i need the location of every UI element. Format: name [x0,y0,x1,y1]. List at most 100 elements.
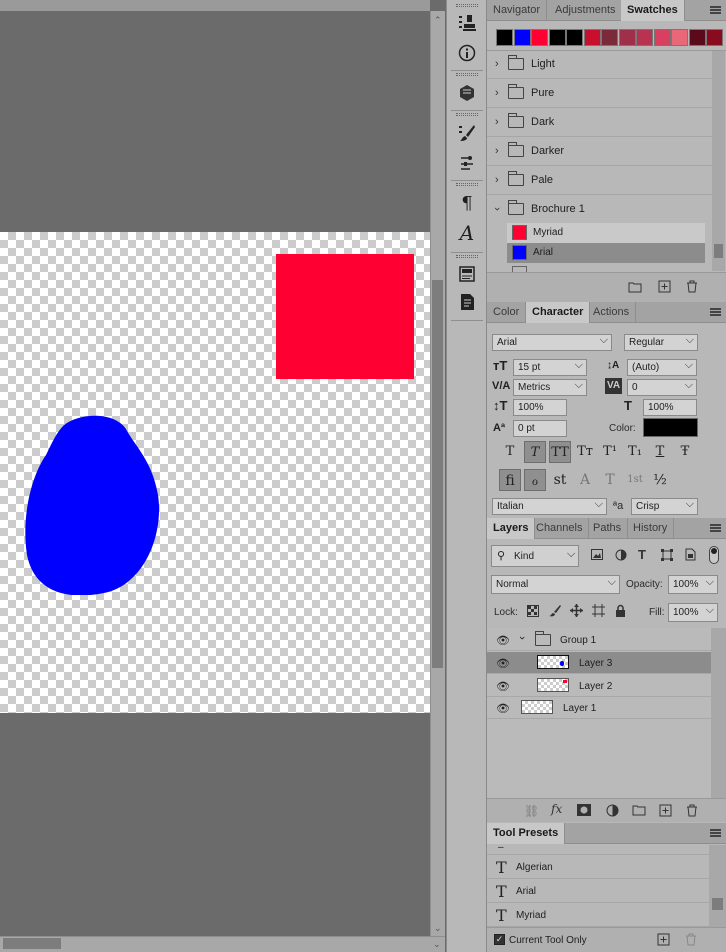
new-group-icon[interactable] [628,281,642,296]
faux-italic-button[interactable]: T [524,441,546,463]
current-tool-only-checkbox[interactable]: ✓ [494,934,505,945]
tab-layers[interactable]: Layers [487,518,536,539]
color-swatch[interactable] [566,29,583,46]
swatch-group-pale[interactable]: › Pale [487,166,712,195]
swatch-item-arial[interactable]: Arial [507,243,705,263]
tracking-select[interactable]: 0 [627,378,697,396]
baseline-shift-field[interactable]: 0 pt [513,420,567,437]
swatch-group-pure[interactable]: › Pure [487,79,712,108]
trash-icon[interactable] [685,933,697,949]
discretionary-ligatures-button[interactable]: st [549,469,571,491]
chevron-down-icon[interactable]: › [491,207,503,211]
color-swatch[interactable] [706,29,723,46]
layer-row-layer-1[interactable]: 👁 Layer 1 [487,697,711,719]
swatch-item-myriad[interactable]: Myriad [507,223,705,243]
fx-icon[interactable]: fx [551,802,562,816]
small-caps-button[interactable]: Tт [574,441,596,463]
tab-swatches[interactable]: Swatches [621,0,685,21]
layer-mask-icon[interactable] [577,804,591,819]
tab-actions[interactable]: Actions [587,302,637,323]
font-family-select[interactable]: Arial [492,333,612,351]
color-swatch[interactable] [618,29,636,46]
lock-position-icon[interactable] [570,604,583,620]
contextual-alternates-button[interactable]: ℴ [524,469,546,491]
subscript-button[interactable]: T₁ [624,441,646,463]
preset-item-myriad[interactable]: T Myriad [487,904,709,927]
tab-color[interactable]: Color [487,302,527,323]
swatch-group-darker[interactable]: › Darker [487,137,712,166]
panel-menu-icon[interactable] [710,524,721,532]
opacity-field[interactable]: 100% [668,574,718,594]
trash-icon[interactable] [686,804,698,820]
preset-item-arial[interactable]: T Arial [487,880,709,903]
document-canvas[interactable] [0,232,430,713]
scroll-thumb[interactable] [714,244,723,258]
vertical-scroll-thumb[interactable] [432,280,443,668]
scroll-up-icon[interactable]: ⌃ [434,15,442,25]
color-swatch[interactable] [513,29,531,46]
brush-settings-icon[interactable] [454,120,480,146]
color-swatch[interactable] [531,29,548,46]
tab-paths[interactable]: Paths [587,518,629,539]
leading-select[interactable]: (Auto) [627,358,697,376]
antialias-select[interactable]: Crisp [631,497,698,515]
grip-handle[interactable] [456,73,478,76]
blue-blob-shape[interactable] [24,415,162,595]
document-canvas-area[interactable] [0,0,430,952]
faux-bold-button[interactable]: T [499,441,521,463]
new-group-icon[interactable] [632,804,646,819]
color-swatch[interactable] [688,29,706,46]
adjustment-layer-icon[interactable] [606,804,619,820]
lock-all-icon[interactable] [615,604,626,620]
chevron-right-icon[interactable]: › [495,58,499,70]
character-styles-icon[interactable] [454,261,480,287]
visibility-eye-icon[interactable]: 👁 [496,680,510,693]
horizontal-scroll-thumb[interactable] [3,938,61,949]
ligatures-button[interactable]: fi [499,469,521,491]
new-preset-icon[interactable] [657,933,670,949]
presets-scrollbar[interactable] [709,845,726,927]
tab-tool-presets[interactable]: Tool Presets [487,823,566,844]
chevron-right-icon[interactable]: › [495,116,499,128]
filter-adjustment-icon[interactable] [615,549,627,564]
visibility-eye-icon[interactable]: 👁 [496,702,510,715]
horizontal-scrollbar[interactable]: ⌄ [0,936,445,952]
color-swatch[interactable] [548,29,566,46]
swatch-group-dark[interactable]: › Dark [487,108,712,137]
swash-button[interactable]: A [574,469,596,491]
color-swatch[interactable] [636,29,653,46]
layer-row-group[interactable]: 👁 › Group 1 [487,629,711,651]
clone-source-icon[interactable] [454,10,480,36]
stylistic-alternates-button[interactable]: T [599,469,621,491]
filter-smartobject-icon[interactable] [685,548,696,564]
panel-menu-icon[interactable] [710,308,721,316]
swatch-group-light[interactable]: › Light [487,50,712,79]
swatch-group-brochure[interactable]: › Brochure 1 [487,195,712,224]
strikethrough-button[interactable]: Ŧ [674,441,696,463]
scroll-down-icon[interactable]: ⌄ [434,923,442,933]
chevron-right-icon[interactable]: › [495,145,499,157]
layers-scrollbar[interactable] [711,628,726,798]
kerning-select[interactable]: Metrics [513,378,587,396]
chevron-right-icon[interactable]: › [495,87,499,99]
link-layers-icon[interactable]: ⛓ [524,804,539,818]
font-size-select[interactable]: 15 pt [513,358,587,376]
superscript-button[interactable]: T¹ [599,441,621,463]
tab-navigator[interactable]: Navigator [487,0,548,21]
font-style-select[interactable]: Regular [624,333,698,351]
color-swatch[interactable] [653,29,671,46]
new-layer-icon[interactable] [659,804,672,820]
blend-mode-select[interactable]: Normal [491,574,620,594]
layer-filter-select[interactable]: ⚲ Kind ⌵ [491,545,579,567]
vertical-scale-field[interactable]: 100% [513,399,567,416]
underline-button[interactable]: T [649,441,671,463]
all-caps-button[interactable]: TT [549,441,571,463]
panel-menu-icon[interactable] [710,829,721,837]
grip-handle[interactable] [456,255,478,258]
filter-toggle[interactable] [709,546,719,564]
preset-item-algerian[interactable]: T Algerian [487,856,709,879]
lock-artboard-icon[interactable] [592,604,605,620]
filter-shape-icon[interactable] [661,549,673,564]
grip-handle[interactable] [456,4,478,7]
layer-row-layer-2[interactable]: 👁 Layer 2 [487,675,711,697]
